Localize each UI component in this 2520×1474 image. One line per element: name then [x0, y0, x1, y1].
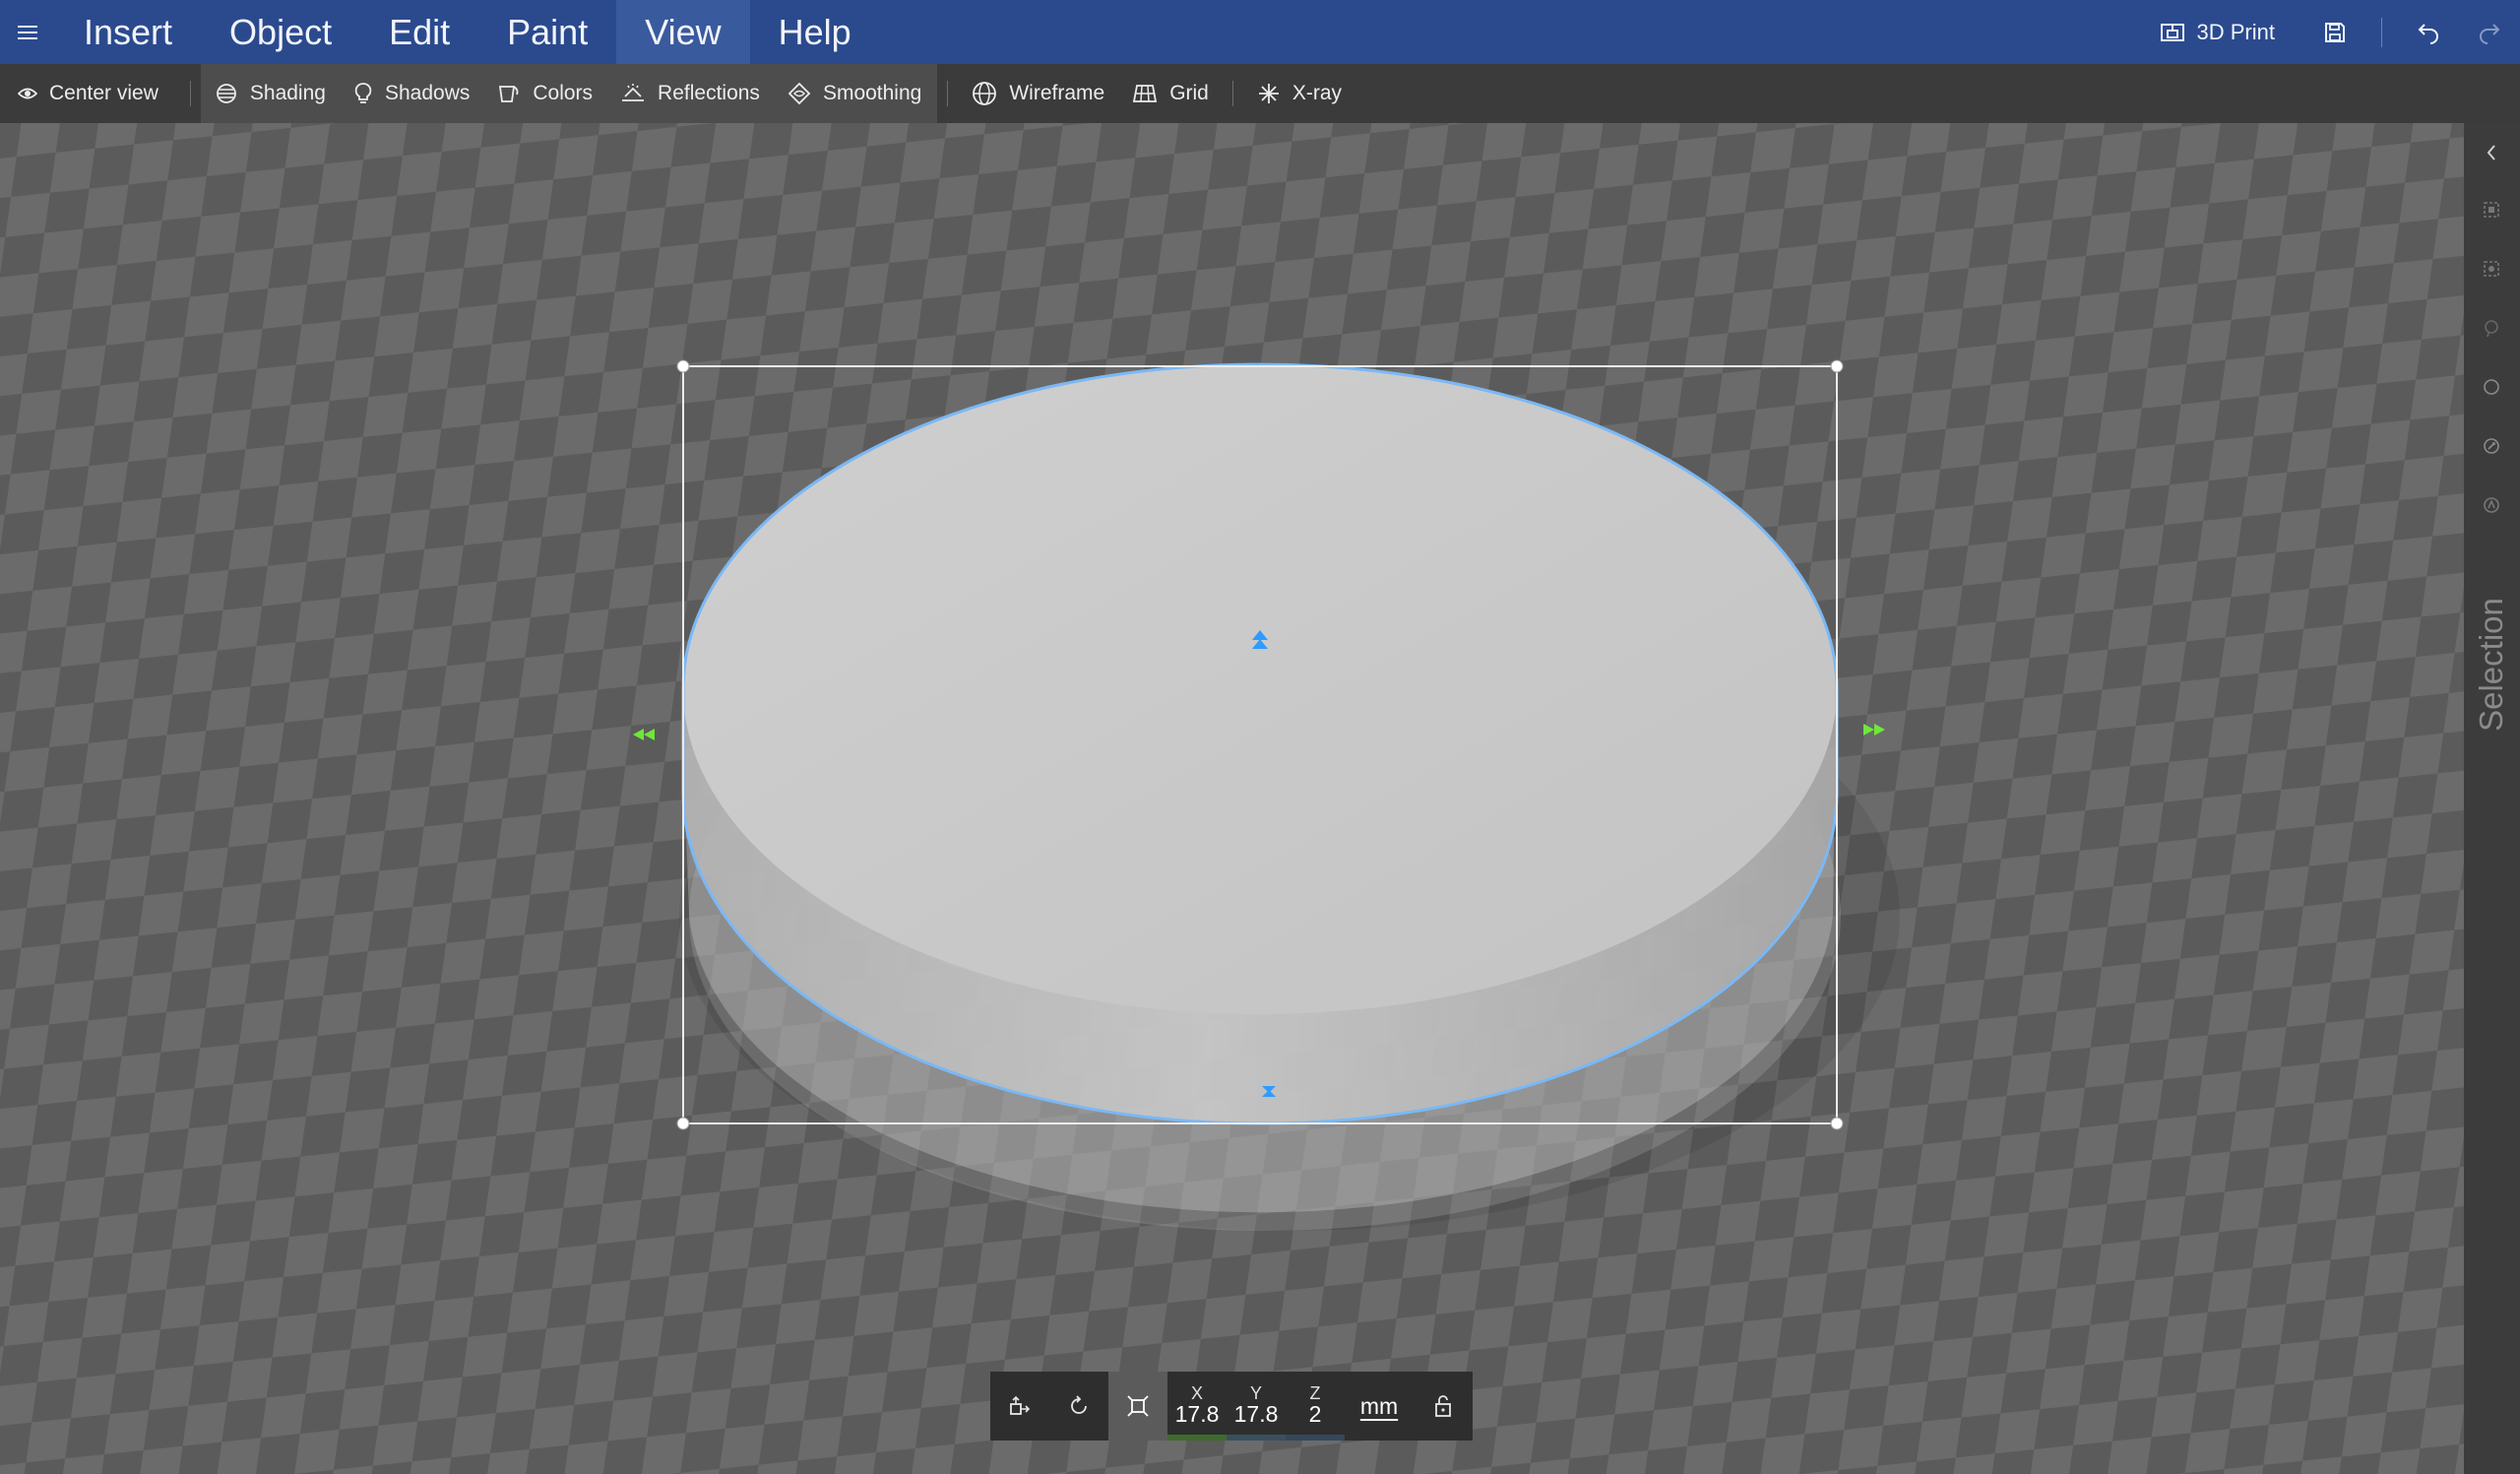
menu-bar: Insert Object Edit Paint View Help 3D Pr…	[0, 0, 2520, 64]
save-icon	[2325, 22, 2345, 42]
select-area-icon	[2484, 261, 2499, 277]
shadows-button[interactable]: Shadows	[340, 64, 483, 123]
menu-paint[interactable]: Paint	[478, 0, 616, 64]
smoothing-icon	[788, 82, 811, 105]
smoothing-button[interactable]: Smoothing	[774, 64, 937, 123]
hamburger-icon	[18, 25, 37, 39]
magic-select-icon	[2484, 438, 2499, 454]
select-box-icon	[2484, 202, 2499, 218]
scale-icon	[1127, 1395, 1149, 1417]
shading-icon	[216, 84, 236, 103]
menu-divider	[2381, 17, 2382, 47]
rail-tool-1[interactable]	[2478, 196, 2505, 224]
x-axis-bar	[1167, 1435, 1227, 1441]
colors-button[interactable]: Colors	[483, 64, 606, 123]
save-button[interactable]	[2304, 0, 2365, 64]
toolbar-divider	[189, 81, 191, 106]
wireframe-button[interactable]: Wireframe	[958, 64, 1118, 123]
eye-icon	[18, 88, 37, 99]
shadows-label: Shadows	[384, 82, 471, 104]
3d-print-label: 3D Print	[2196, 19, 2275, 44]
bbox-handle-top-right[interactable]	[1830, 359, 1844, 373]
x-dimension-field[interactable]: X 17.8	[1167, 1372, 1227, 1441]
xray-button[interactable]: X-ray	[1243, 64, 1355, 123]
reflections-button[interactable]: Reflections	[606, 64, 774, 123]
circle-select-icon	[2484, 379, 2499, 395]
hamburger-menu-button[interactable]	[0, 0, 55, 64]
cylinder-top-face	[683, 364, 1837, 1014]
rail-tool-6[interactable]	[2478, 491, 2505, 519]
paint-select-icon	[2484, 497, 2499, 513]
y-value: 17.8	[1233, 1401, 1279, 1427]
grid-label: Grid	[1169, 82, 1209, 104]
3d-viewport[interactable]	[0, 123, 2464, 1474]
menu-view[interactable]: View	[616, 0, 750, 64]
render-options-group: Shading Shadows Colors Reflections Smoot…	[200, 64, 938, 123]
redo-icon	[2480, 23, 2500, 44]
reflections-label: Reflections	[658, 82, 760, 104]
wireframe-label: Wireframe	[1009, 82, 1105, 104]
menu-edit[interactable]: Edit	[360, 0, 478, 64]
unit-selector[interactable]: mm	[1345, 1372, 1414, 1441]
menu-help[interactable]: Help	[750, 0, 880, 64]
rail-tool-3[interactable]	[2478, 314, 2505, 342]
move-mode-button[interactable]	[990, 1372, 1049, 1441]
shading-label: Shading	[249, 82, 326, 104]
colors-label: Colors	[533, 82, 594, 104]
rail-tool-4[interactable]	[2478, 373, 2505, 401]
undo-icon	[2418, 23, 2438, 44]
y-dimension-field[interactable]: Y 17.8	[1227, 1372, 1286, 1441]
y-axis-bar	[1227, 1435, 1286, 1441]
bbox-handle-top-left[interactable]	[676, 359, 690, 373]
transform-bar: X 17.8 Y 17.8 Z 2 mm	[990, 1372, 1473, 1441]
lightbulb-icon	[354, 83, 372, 103]
undo-button[interactable]	[2398, 0, 2459, 64]
shading-button[interactable]: Shading	[201, 64, 340, 123]
x-value: 17.8	[1174, 1401, 1220, 1427]
xray-label: X-ray	[1292, 82, 1343, 104]
center-view-button[interactable]: Center view	[0, 64, 172, 123]
menu-right-group: 3D Print	[2130, 0, 2520, 64]
collapse-panel-button[interactable]	[2478, 139, 2505, 166]
menu-insert[interactable]: Insert	[55, 0, 201, 64]
toolbar-divider	[1231, 81, 1233, 106]
scale-mode-button[interactable]	[1108, 1372, 1167, 1441]
z-dimension-field[interactable]: Z 2	[1286, 1372, 1345, 1441]
view-toolbar: Center view Shading Shadows Colors Refle…	[0, 64, 2520, 123]
redo-button[interactable]	[2459, 0, 2520, 64]
3d-print-button[interactable]: 3D Print	[2130, 0, 2304, 64]
center-view-label: Center view	[49, 82, 158, 104]
paint-bucket-icon	[499, 86, 519, 102]
lasso-icon	[2485, 320, 2498, 338]
z-value: 2	[1308, 1401, 1322, 1427]
right-side-panel: Selection	[2464, 123, 2520, 1474]
rotate-mode-button[interactable]	[1049, 1372, 1108, 1441]
scene-canvas	[0, 123, 2464, 1474]
grid-icon	[1133, 85, 1158, 102]
selection-panel-label[interactable]: Selection	[2473, 598, 2510, 732]
toolbar-divider	[947, 81, 949, 106]
smoothing-label: Smoothing	[822, 82, 922, 104]
bbox-handle-bottom-right[interactable]	[1830, 1117, 1844, 1130]
3d-print-icon	[2160, 23, 2184, 41]
grid-button[interactable]: Grid	[1118, 64, 1223, 123]
globe-icon	[973, 82, 997, 105]
cylinder-object[interactable]	[681, 362, 1841, 1231]
reflections-icon	[622, 84, 645, 101]
bbox-handle-bottom-left[interactable]	[676, 1117, 690, 1130]
menu-object[interactable]: Object	[201, 0, 360, 64]
move-icon	[1010, 1395, 1031, 1415]
rotate-icon	[1071, 1395, 1087, 1414]
rail-tool-2[interactable]	[2478, 255, 2505, 283]
z-axis-bar	[1286, 1435, 1345, 1441]
lock-proportions-button[interactable]	[1414, 1372, 1473, 1441]
rail-tool-5[interactable]	[2478, 432, 2505, 460]
chevron-left-icon	[2487, 145, 2495, 160]
unlock-icon	[1435, 1395, 1451, 1417]
xray-icon	[1258, 84, 1279, 103]
